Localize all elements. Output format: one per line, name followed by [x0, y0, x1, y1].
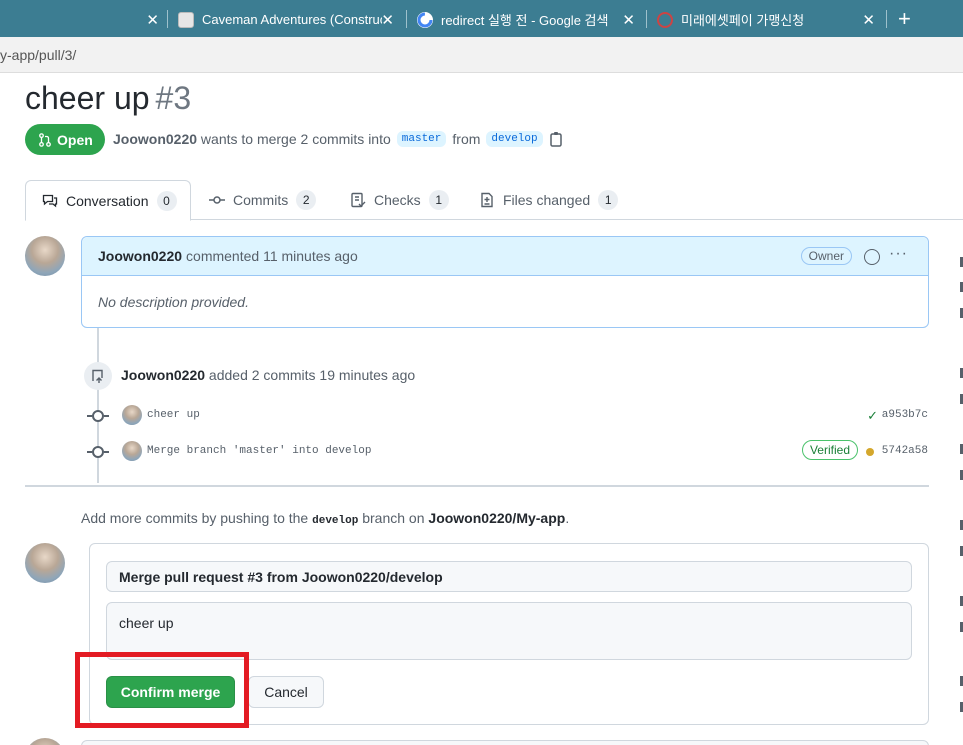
page-icon: [178, 11, 194, 28]
tab-counter: 1: [598, 190, 619, 210]
browser-tab-2[interactable]: redirect 실행 전 - Google 검색 ✕: [417, 2, 645, 37]
commit-message[interactable]: cheer up: [147, 409, 200, 421]
avatar[interactable]: [25, 543, 65, 583]
tab-counter: 0: [156, 190, 177, 211]
push-action: added 2 commits 19 minutes ago: [208, 367, 416, 383]
avatar[interactable]: [122, 441, 142, 461]
url-text[interactable]: y-app/pull/3/: [0, 47, 76, 63]
add-more-suffix: .: [565, 510, 570, 526]
tab-conversation[interactable]: Conversation 0: [25, 180, 191, 221]
status-label: Open: [57, 131, 93, 148]
address-bar[interactable]: y-app/pull/3/: [0, 37, 963, 73]
commit-sha[interactable]: a953b7c: [882, 409, 928, 421]
avatar[interactable]: [25, 738, 65, 745]
merge-title-input[interactable]: Merge pull request #3 from Joowon0220/de…: [106, 561, 912, 592]
tab-counter: 1: [428, 190, 449, 210]
tab-files-changed[interactable]: Files changed 1: [479, 180, 619, 220]
status-badge: Open: [25, 124, 105, 155]
browser-tab-title: Caveman Adventures (Construct: [202, 12, 382, 27]
tab-label: Commits: [233, 192, 289, 208]
branch-name: develop: [312, 515, 359, 527]
avatar[interactable]: [122, 405, 142, 425]
git-commit-icon: [87, 446, 109, 458]
verified-badge[interactable]: Verified: [801, 440, 858, 460]
comment-box: Joowon0220 commented 11 minutes ago Owne…: [81, 236, 929, 328]
checklist-icon: [351, 192, 366, 208]
author-link[interactable]: Joowon0220: [113, 131, 197, 147]
timeline-divider: [25, 485, 929, 487]
blocked-icon: [657, 11, 673, 28]
close-icon[interactable]: ✕: [381, 11, 394, 29]
push-event-text: Joowon0220 added 2 commits 19 minutes ag…: [121, 367, 415, 383]
commit-row: cheer up ✓ a953b7c: [87, 405, 930, 427]
add-more-commits-text: Add more commits by pushing to the devel…: [81, 510, 569, 527]
base-branch[interactable]: master: [396, 131, 447, 147]
push-author[interactable]: Joowon0220: [121, 367, 205, 383]
owner-badge: Owner: [800, 247, 852, 265]
next-timeline-card: [81, 740, 929, 745]
smiley-icon[interactable]: [864, 249, 880, 265]
browser-tab-3[interactable]: 미래에셋페이 가맹신청 ✕: [657, 2, 885, 37]
browser-tab-0[interactable]: ✕: [0, 2, 168, 37]
page-title: cheer up #3: [25, 80, 191, 117]
git-commit-icon: [209, 196, 225, 204]
repo-push-icon: [84, 362, 112, 390]
pull-request-icon: [39, 132, 51, 147]
pending-status-icon[interactable]: [866, 448, 874, 456]
tab-label: Conversation: [66, 192, 149, 209]
cancel-button[interactable]: Cancel: [248, 676, 324, 708]
check-icon[interactable]: ✓: [867, 408, 878, 424]
new-tab-button[interactable]: +: [898, 6, 911, 32]
git-commit-icon: [87, 410, 109, 422]
avatar[interactable]: [25, 236, 65, 276]
tab-label: Files changed: [503, 192, 591, 208]
tab-checks[interactable]: Checks 1: [350, 180, 449, 220]
commit-message[interactable]: Merge branch 'master' into develop: [147, 445, 371, 457]
comment-discussion-icon: [42, 194, 58, 207]
close-icon[interactable]: ✕: [862, 11, 875, 29]
sidebar-edge: [958, 220, 963, 745]
pr-tabs: Conversation 0 Commits 2 Checks 1 Files cha…: [25, 180, 963, 221]
commit-row: Merge branch 'master' into develop Verif…: [87, 440, 930, 463]
google-icon: [417, 11, 433, 28]
comment-body: No description provided.: [98, 294, 249, 310]
from-text: from: [452, 131, 481, 147]
tab-commits[interactable]: Commits 2: [209, 180, 317, 220]
browser-tab-bar: ✕ Caveman Adventures (Construct ✕ redire…: [0, 0, 963, 37]
file-diff-icon: [481, 192, 493, 208]
pr-meta: Joowon0220 wants to merge 2 commits into…: [113, 131, 563, 147]
tab-label: Checks: [374, 192, 421, 208]
comment-author[interactable]: Joowon0220: [98, 248, 182, 264]
close-icon[interactable]: ✕: [622, 11, 635, 29]
pr-title: cheer up: [25, 80, 150, 116]
browser-tab-title: redirect 실행 전 - Google 검색: [441, 13, 609, 28]
browser-tab-1[interactable]: Caveman Adventures (Construct ✕: [178, 2, 406, 37]
kebab-horizontal-icon[interactable]: ···: [889, 245, 908, 263]
close-icon[interactable]: ✕: [146, 11, 159, 29]
add-more-middle: branch on: [362, 510, 425, 526]
highlight-annotation: [75, 652, 249, 728]
pr-number: #3: [155, 80, 192, 116]
merge-text: wants to merge 2 commits into: [200, 131, 391, 147]
tab-counter: 2: [296, 190, 317, 210]
browser-tab-title: 미래에셋페이 가맹신청: [681, 13, 805, 28]
copy-icon[interactable]: [549, 131, 563, 147]
add-more-prefix: Add more commits by pushing to the: [81, 510, 309, 526]
repo-link[interactable]: Joowon0220/My-app: [428, 510, 565, 526]
commit-sha[interactable]: 5742a58: [882, 445, 928, 457]
head-branch[interactable]: develop: [486, 131, 543, 147]
comment-action[interactable]: commented 11 minutes ago: [186, 248, 358, 264]
